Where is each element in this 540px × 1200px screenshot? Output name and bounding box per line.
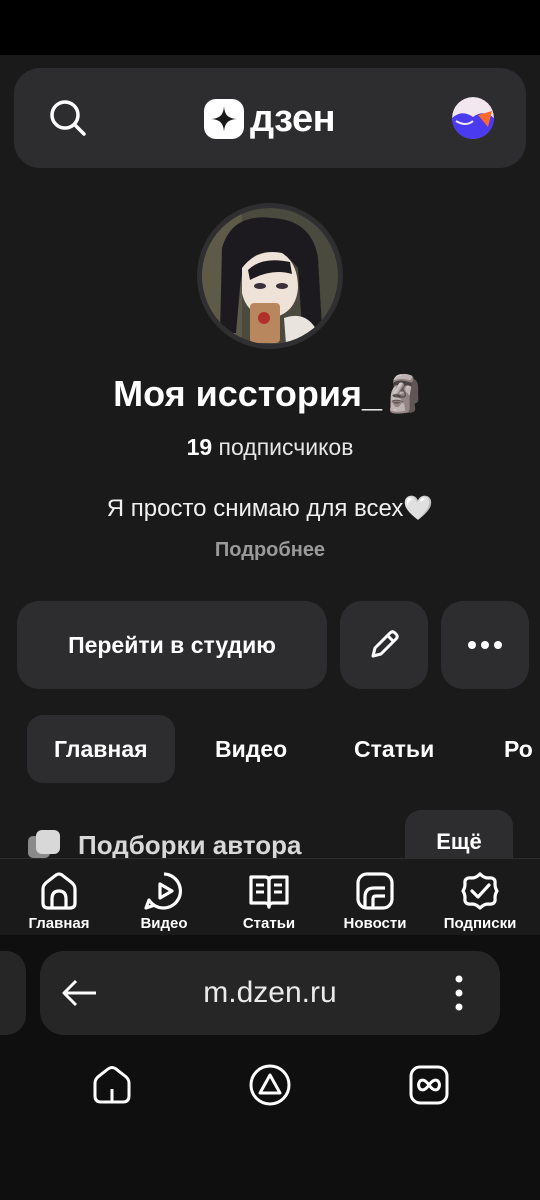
section-title: Подборки автора <box>78 829 302 860</box>
url-text[interactable]: m.dzen.ru <box>40 951 500 1035</box>
home-icon <box>41 872 77 910</box>
tab-articles[interactable]: Статьи <box>354 715 434 783</box>
details-link[interactable]: Подробнее <box>0 536 540 564</box>
bottom-navigation: Главная Видео Статьи Новости Подписки <box>0 858 540 935</box>
logo-text: дзен <box>250 98 336 140</box>
alice-assistant-icon[interactable] <box>248 1063 292 1107</box>
channel-description: Я просто снимаю для всех🤍 <box>106 495 434 522</box>
browser-home-icon[interactable] <box>90 1063 134 1107</box>
previous-tab-card[interactable] <box>0 951 26 1035</box>
nav-news-label: Новости <box>343 915 407 932</box>
subscribers-count: 19 <box>186 434 213 460</box>
tab-video[interactable]: Видео <box>215 715 287 783</box>
channel-tabs: Главная Видео Статьи Ро <box>0 715 540 783</box>
subscriptions-icon <box>461 872 499 910</box>
channel-title: Моя исстория_🗿 <box>113 373 427 414</box>
app-screen: дзен Моя исстория_🗿 19 подписчиков Я про… <box>0 55 540 935</box>
subscribers-line: 19 подписчиков <box>0 432 540 462</box>
nav-articles-label: Статьи <box>242 915 296 932</box>
nav-video-label: Видео <box>140 915 188 932</box>
video-icon <box>144 872 183 910</box>
top-header: дзен <box>14 68 526 168</box>
articles-icon <box>249 875 289 909</box>
nav-home[interactable]: Главная <box>9 869 109 932</box>
address-bar[interactable]: m.dzen.ru <box>40 951 500 1035</box>
tabs-switcher-icon[interactable] <box>407 1063 451 1107</box>
more-dots-icon <box>468 641 502 649</box>
nav-home-label: Главная <box>28 915 90 932</box>
edit-button[interactable] <box>340 601 428 689</box>
collections-icon <box>28 830 60 860</box>
tab-partial[interactable]: Ро <box>504 715 533 783</box>
nav-video[interactable]: Видео <box>114 869 214 932</box>
dzen-star-icon <box>204 99 244 139</box>
user-avatar[interactable] <box>452 97 494 139</box>
go-to-studio-button[interactable]: Перейти в студию <box>17 601 327 689</box>
browser-menu-icon[interactable] <box>444 973 474 1013</box>
nav-subscriptions[interactable]: Подписки <box>430 869 530 932</box>
browser-chrome: m.dzen.ru <box>0 935 540 1200</box>
pencil-icon <box>371 630 399 658</box>
nav-news[interactable]: Новости <box>325 869 425 932</box>
channel-avatar[interactable] <box>197 203 343 349</box>
more-options-button[interactable] <box>441 601 529 689</box>
nav-articles[interactable]: Статьи <box>219 869 319 932</box>
news-icon <box>356 872 394 910</box>
dzen-logo[interactable]: дзен <box>204 97 336 141</box>
subscribers-label: подписчиков <box>218 434 354 460</box>
nav-subscriptions-label: Подписки <box>443 915 517 932</box>
tab-main[interactable]: Главная <box>27 715 175 783</box>
search-icon[interactable] <box>48 98 88 138</box>
